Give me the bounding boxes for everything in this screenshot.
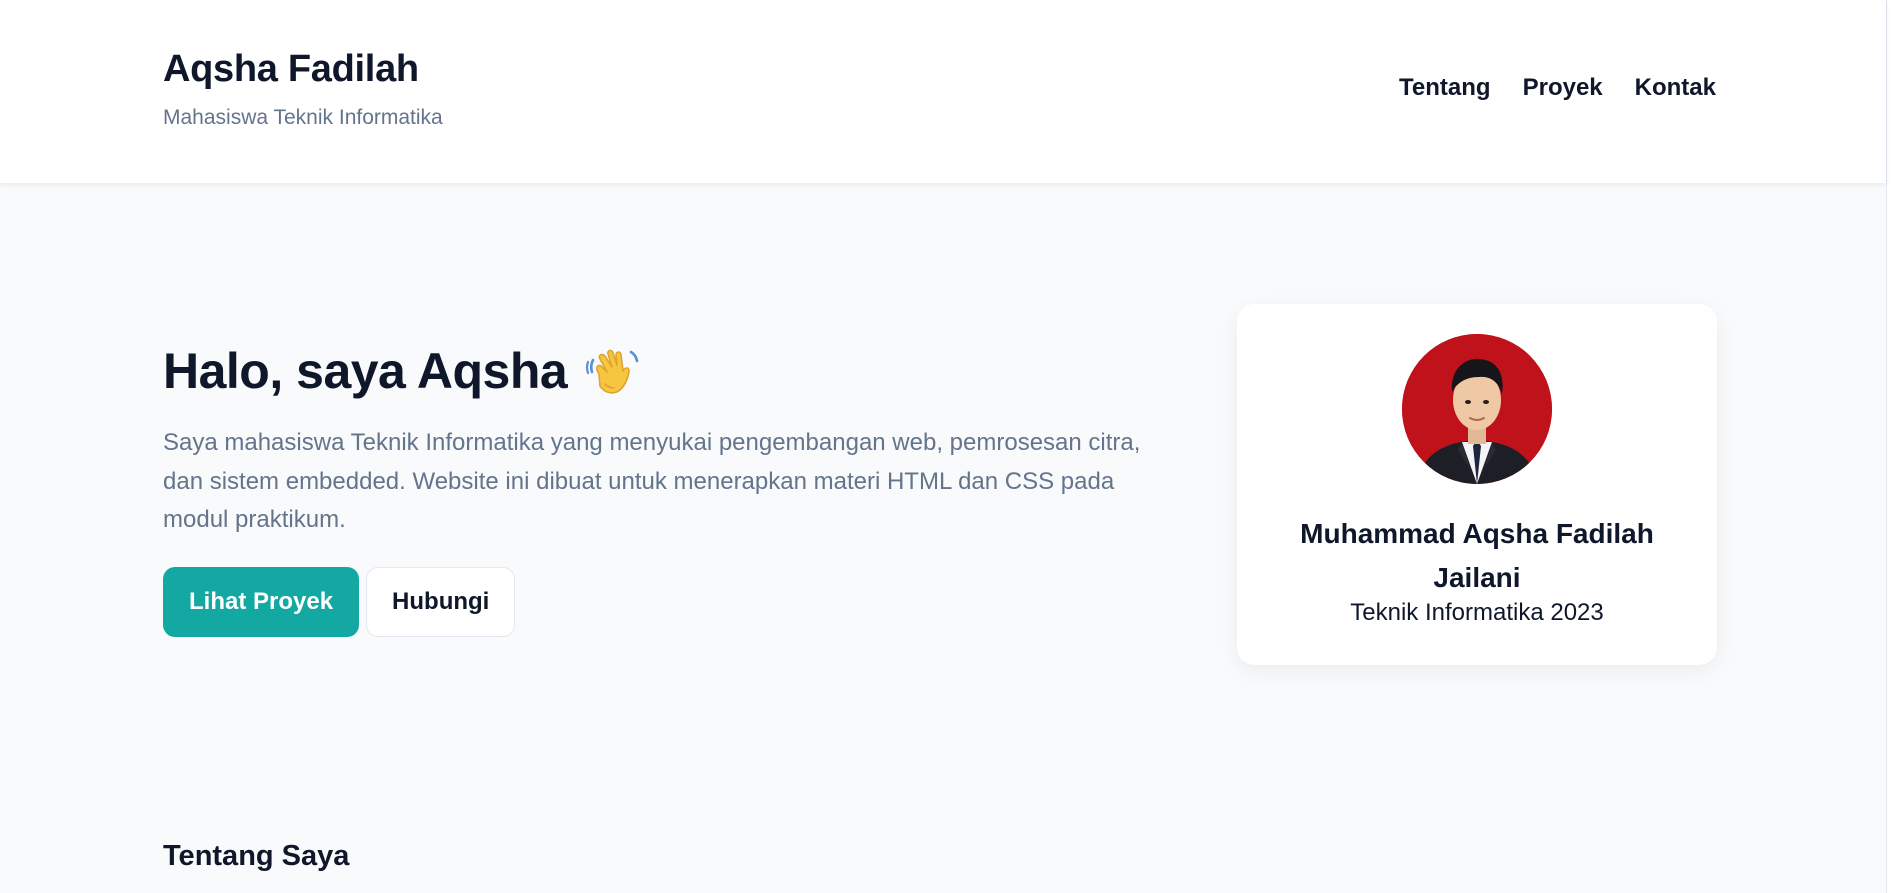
view-projects-button[interactable]: Lihat Proyek	[163, 567, 360, 637]
scrollbar[interactable]	[1886, 0, 1892, 893]
brand-name[interactable]: Aqsha Fadilah	[163, 48, 419, 91]
nav-link-tentang[interactable]: Tentang	[1399, 74, 1491, 102]
nav-link-kontak[interactable]: Kontak	[1635, 74, 1716, 102]
avatar	[1402, 334, 1552, 484]
brand-subtitle: Mahasiswa Teknik Informatika	[163, 106, 443, 129]
hero-description: Saya mahasiswa Teknik Informatika yang m…	[163, 429, 1141, 533]
contact-button[interactable]: Hubungi	[366, 567, 516, 637]
main-nav: Tentang Proyek Kontak	[1399, 74, 1716, 102]
profile-photo-icon	[1402, 334, 1552, 484]
waving-hand-icon	[585, 344, 639, 398]
page: Aqsha Fadilah Mahasiswa Teknik Informati…	[0, 0, 1886, 893]
profile-role: Teknik Informatika 2023	[1350, 599, 1604, 626]
site-header: Aqsha Fadilah Mahasiswa Teknik Informati…	[0, 0, 1886, 183]
profile-name: Muhammad Aqsha Fadilah Jailani	[1300, 518, 1654, 593]
hero-actions: Lihat Proyek Hubungi	[163, 567, 516, 637]
about-title: Tentang Saya	[163, 840, 350, 872]
hero-title: Halo, saya Aqsha	[163, 342, 639, 400]
hero-title-text: Halo, saya Aqsha	[163, 343, 568, 399]
nav-link-proyek[interactable]: Proyek	[1523, 74, 1603, 102]
browser-viewport: Aqsha Fadilah Mahasiswa Teknik Informati…	[0, 0, 1892, 893]
profile-card: Muhammad Aqsha Fadilah Jailani Teknik In…	[1237, 304, 1717, 665]
